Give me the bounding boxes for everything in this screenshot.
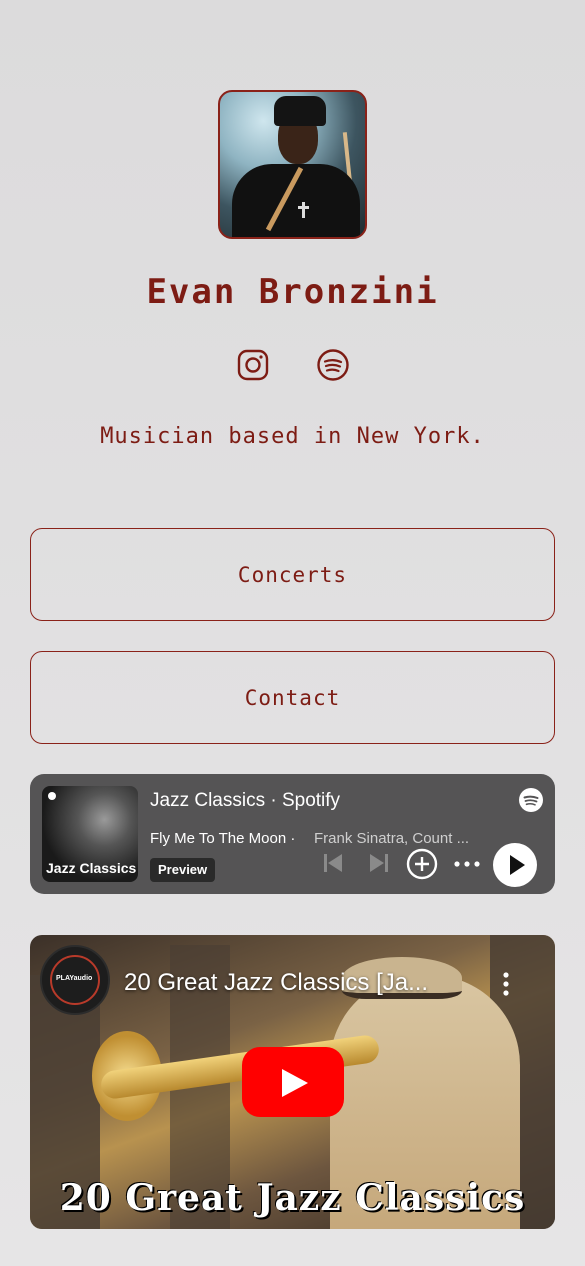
track-artist[interactable]: Frank Sinatra, Count ... bbox=[314, 830, 469, 847]
track-title[interactable]: Fly Me To The Moon · bbox=[150, 830, 295, 847]
add-to-library-icon[interactable] bbox=[406, 848, 438, 880]
spotify-logo-icon[interactable] bbox=[519, 788, 543, 812]
channel-logo-text: PLAYaudio bbox=[56, 975, 93, 982]
spotify-icon[interactable] bbox=[316, 348, 350, 382]
video-thumbnail-caption: 20 Great Jazz Classics bbox=[59, 1177, 526, 1219]
next-track-icon[interactable] bbox=[366, 850, 392, 876]
channel-logo[interactable]: PLAYaudio bbox=[40, 945, 110, 1015]
concerts-link-button[interactable]: Concerts bbox=[30, 528, 555, 621]
video-menu-icon[interactable] bbox=[503, 971, 509, 997]
more-options-icon[interactable] bbox=[452, 850, 482, 876]
video-title[interactable]: 20 Great Jazz Classics [Ja... bbox=[124, 969, 428, 997]
spotify-small-icon bbox=[48, 792, 56, 800]
play-icon[interactable] bbox=[492, 842, 538, 888]
profile-bio: Musician based in New York. bbox=[100, 424, 485, 449]
instagram-icon[interactable] bbox=[236, 348, 270, 382]
contact-link-button[interactable]: Contact bbox=[30, 651, 555, 744]
preview-badge: Preview bbox=[150, 858, 216, 882]
profile-name: Evan Bronzini bbox=[146, 272, 439, 312]
playlist-title[interactable]: Jazz Classics · Spotify bbox=[150, 790, 340, 812]
avatar bbox=[218, 90, 367, 239]
playlist-cover-label: Jazz Classics bbox=[46, 860, 137, 876]
youtube-embed[interactable]: PLAYaudio 20 Great Jazz Classics [Ja... … bbox=[30, 935, 555, 1229]
previous-track-icon[interactable] bbox=[320, 850, 346, 876]
track-separator: · bbox=[290, 830, 296, 847]
playlist-cover[interactable]: Jazz Classics bbox=[42, 786, 138, 882]
spotify-embed[interactable]: Jazz Classics Jazz Classics · Spotify Fl… bbox=[30, 774, 555, 894]
social-links bbox=[0, 348, 585, 382]
youtube-play-button[interactable] bbox=[242, 1047, 344, 1117]
